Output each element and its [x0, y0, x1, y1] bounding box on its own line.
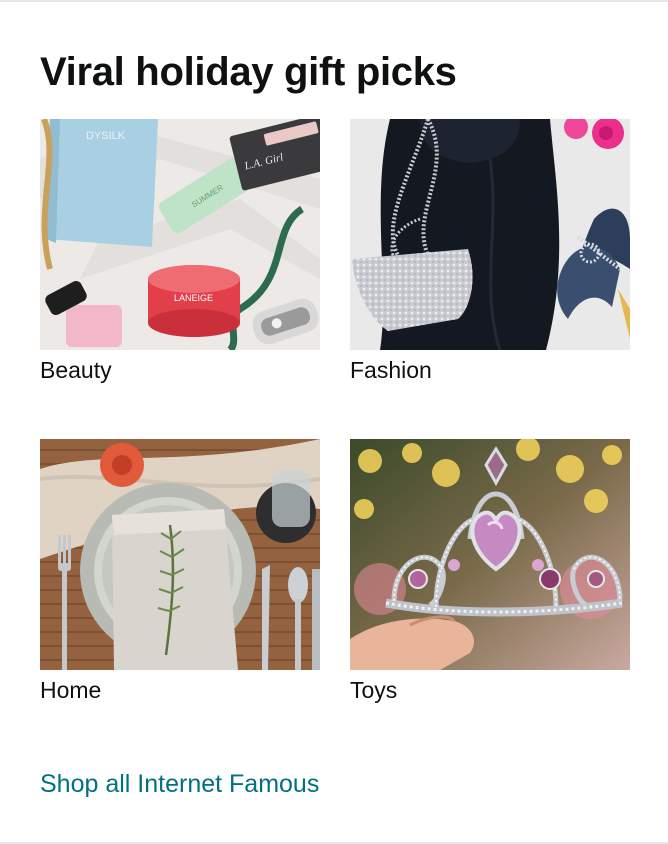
tile-beauty[interactable]: DYSILK SUMMER L.A. Girl LANEIGE Beauty: [40, 119, 320, 384]
toys-image[interactable]: [350, 439, 630, 670]
tile-fashion[interactable]: Fashion: [350, 119, 630, 384]
tile-label-beauty[interactable]: Beauty: [40, 356, 320, 384]
tile-label-toys[interactable]: Toys: [350, 676, 630, 704]
brand-dysilk-text: DYSILK: [86, 130, 126, 142]
tile-toys[interactable]: Toys: [350, 439, 630, 704]
beauty-image[interactable]: DYSILK SUMMER L.A. Girl LANEIGE: [40, 119, 320, 350]
gift-picks-card: Viral holiday gift picks DYSILK SUMMER L…: [0, 0, 668, 844]
tile-label-home[interactable]: Home: [40, 676, 320, 704]
tile-home[interactable]: Home: [40, 439, 320, 704]
brand-laneige-text: LANEIGE: [174, 293, 213, 303]
card-title: Viral holiday gift picks: [40, 50, 457, 94]
home-image[interactable]: [40, 439, 320, 670]
tile-label-fashion[interactable]: Fashion: [350, 356, 630, 384]
fashion-image[interactable]: [350, 119, 630, 350]
shop-all-link[interactable]: Shop all Internet Famous: [40, 768, 319, 800]
